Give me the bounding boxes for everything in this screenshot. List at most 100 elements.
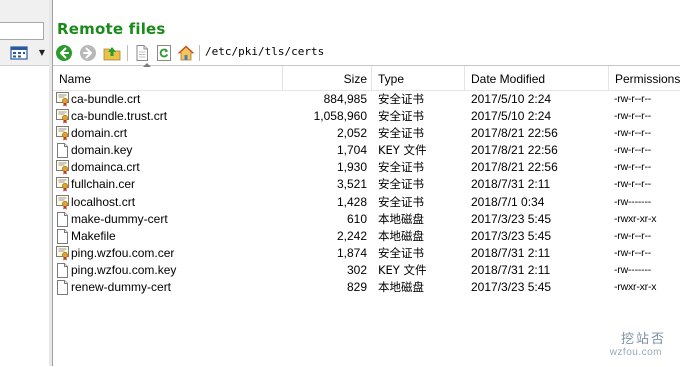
column-type-label: Type <box>378 72 405 86</box>
file-name: domainca.crt <box>71 160 140 175</box>
column-permissions-header[interactable]: Permissions <box>609 66 680 90</box>
sort-ascending-icon <box>143 63 151 67</box>
file-date-modified: 2017/5/10 2:24 <box>471 92 552 106</box>
column-size-label: Size <box>343 72 367 86</box>
file-permissions: -rw-r--r-- <box>614 178 652 191</box>
back-button[interactable] <box>55 44 73 62</box>
table-row[interactable]: domain.crt 2,052 安全证书 2017/8/21 22:56 -rw-r-… <box>53 125 680 142</box>
file-permissions: -rw-r--r-- <box>614 229 652 242</box>
file-permissions: -rw-r--r-- <box>614 127 652 140</box>
file-name: localhost.crt <box>71 194 136 209</box>
column-date-header[interactable]: Date Modified <box>465 66 609 90</box>
remote-toolbar: /etc/pki/tls/certs <box>55 42 675 64</box>
table-row[interactable]: renew-dummy-cert 829 本地磁盘 2017/3/23 5:45 -rw… <box>53 279 680 296</box>
file-type: 本地磁盘 <box>378 228 424 243</box>
toolbar-separator <box>199 45 200 61</box>
table-row[interactable]: localhost.crt 1,428 安全证书 2018/7/1 0:34 -rw--… <box>53 194 680 211</box>
file-size: 1,058,960 <box>313 109 367 124</box>
table-row[interactable]: make-dummy-cert 610 本地磁盘 2017/3/23 5:45 -rwx… <box>53 211 680 228</box>
file-name: ca-bundle.crt <box>71 92 141 106</box>
grid-view-icon <box>10 46 28 60</box>
file-size: 1,704 <box>336 143 367 158</box>
file-type: KEY 文件 <box>378 262 427 277</box>
file-permissions: -rw-r--r-- <box>614 144 652 157</box>
watermark-logo: 挖站否 <box>620 332 666 347</box>
table-row[interactable]: fullchain.cer 3,521 安全证书 2018/7/31 2:11 -rw-… <box>53 176 680 193</box>
toolbar-separator <box>127 45 128 61</box>
local-path-input[interactable] <box>0 22 44 40</box>
file-size: 2,242 <box>336 228 367 243</box>
file-icon <box>56 228 69 244</box>
file-type: 安全证书 <box>378 92 424 106</box>
remote-file-list[interactable]: Name Size Type Date Modified Permissions… <box>53 63 680 367</box>
local-pane: ▼ <box>0 0 50 367</box>
table-row[interactable]: domainca.crt 1,930 安全证书 2017/8/21 22:56 -rw-… <box>53 159 680 176</box>
certificate-icon <box>56 126 69 141</box>
table-row[interactable]: Makefile 2,242 本地磁盘 2017/3/23 5:45 -rw-r--r-… <box>53 228 680 245</box>
column-date-label: Date Modified <box>471 72 546 86</box>
forward-button[interactable] <box>79 44 97 62</box>
certificate-icon <box>56 109 69 124</box>
parent-folder-icon <box>103 47 121 61</box>
file-permissions: -rw-r--r-- <box>614 110 652 123</box>
file-type: 本地磁盘 <box>378 211 424 226</box>
column-type-header[interactable]: Type <box>372 66 465 90</box>
file-date-modified: 2017/5/10 2:24 <box>471 109 552 124</box>
file-name: ping.wzfou.com.key <box>71 262 177 277</box>
file-date-modified: 2017/3/23 5:45 <box>471 211 552 226</box>
file-permissions: -rw------- <box>614 195 652 208</box>
table-row[interactable]: ca-bundle.crt 884,985 安全证书 2017/5/10 2:24 -r… <box>53 91 680 108</box>
file-name: fullchain.cer <box>71 177 136 192</box>
local-file-list[interactable] <box>0 65 49 367</box>
view-mode-button[interactable] <box>10 45 28 61</box>
table-row[interactable]: domain.key 1,704 KEY 文件 2017/8/21 22:56 -rw-… <box>53 142 680 159</box>
watermark-domain: wzfou.com <box>609 347 662 358</box>
home-icon <box>177 45 195 61</box>
file-permissions: -rwxr-xr-x <box>614 212 657 225</box>
column-header: Name Size Type Date Modified Permissions <box>53 63 680 91</box>
file-name: domain.crt <box>71 126 128 141</box>
file-date-modified: 2017/8/21 22:56 <box>471 143 558 158</box>
file-icon <box>56 280 69 296</box>
remote-pane: Remote files /etc/pki/tls/certs Name Siz… <box>53 0 680 366</box>
file-permissions: -rw-r--r-- <box>614 161 652 174</box>
file-size: 1,874 <box>336 245 367 260</box>
table-row[interactable]: ca-bundle.trust.crt 1,058,960 安全证书 2017/5/1… <box>53 108 680 125</box>
file-permissions: -rw-r--r-- <box>614 246 652 259</box>
remote-path[interactable]: /etc/pki/tls/certs <box>205 45 324 58</box>
column-size-header[interactable]: Size <box>283 66 372 90</box>
refresh-icon <box>157 45 171 61</box>
certificate-icon <box>56 194 69 210</box>
parent-folder-button[interactable] <box>103 44 121 62</box>
file-size: 3,521 <box>336 177 367 192</box>
file-type: 安全证书 <box>378 245 424 260</box>
table-row[interactable]: ping.wzfou.com.cer 1,874 安全证书 2018/7/31 2:1… <box>53 245 680 262</box>
file-date-modified: 2017/8/21 22:56 <box>471 126 558 141</box>
file-type: 本地磁盘 <box>378 280 424 295</box>
file-size: 1,428 <box>336 194 367 209</box>
file-permissions: -rw------- <box>614 263 652 276</box>
certificate-icon <box>56 92 69 107</box>
back-icon <box>56 45 72 61</box>
file-size: 2,052 <box>336 126 367 141</box>
file-name: make-dummy-cert <box>71 211 168 226</box>
file-name: domain.key <box>71 143 133 158</box>
file-size: 884,985 <box>323 92 367 106</box>
table-row[interactable]: ping.wzfou.com.key 302 KEY 文件 2018/7/31 2:1… <box>53 262 680 279</box>
new-file-button[interactable] <box>133 44 151 62</box>
file-size: 610 <box>346 211 367 226</box>
column-name-header[interactable]: Name <box>53 63 283 90</box>
refresh-button[interactable] <box>155 44 173 62</box>
file-date-modified: 2018/7/1 0:34 <box>471 194 545 209</box>
file-name: renew-dummy-cert <box>71 280 172 295</box>
pane-title: Remote files <box>57 20 166 38</box>
file-type: 安全证书 <box>378 194 424 209</box>
file-date-modified: 2017/8/21 22:56 <box>471 160 558 175</box>
file-icon <box>56 262 69 278</box>
file-size: 1,930 <box>336 160 367 175</box>
file-permissions: -rw-r--r-- <box>614 93 652 105</box>
home-button[interactable] <box>177 44 195 62</box>
chevron-down-icon[interactable]: ▼ <box>38 47 46 59</box>
file-icon <box>56 211 69 227</box>
file-date-modified: 2017/3/23 5:45 <box>471 280 552 295</box>
